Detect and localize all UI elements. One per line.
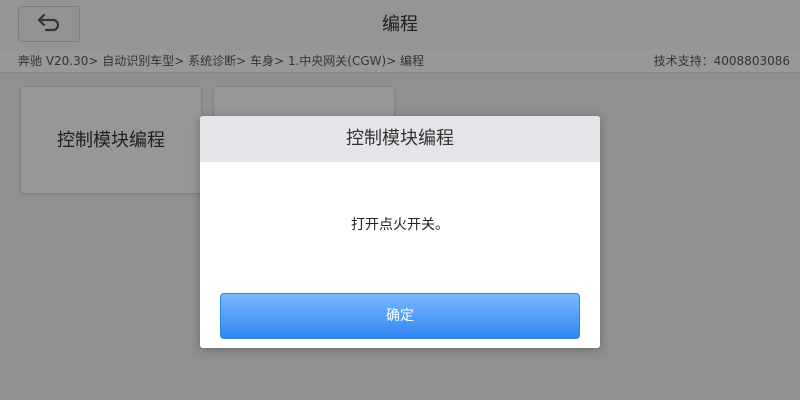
- ok-button[interactable]: 确定: [220, 293, 580, 339]
- dialog-message: 打开点火开关。: [351, 217, 449, 233]
- confirm-dialog: 控制模块编程 打开点火开关。 确定: [200, 116, 600, 348]
- dialog-title: 控制模块编程: [200, 116, 600, 162]
